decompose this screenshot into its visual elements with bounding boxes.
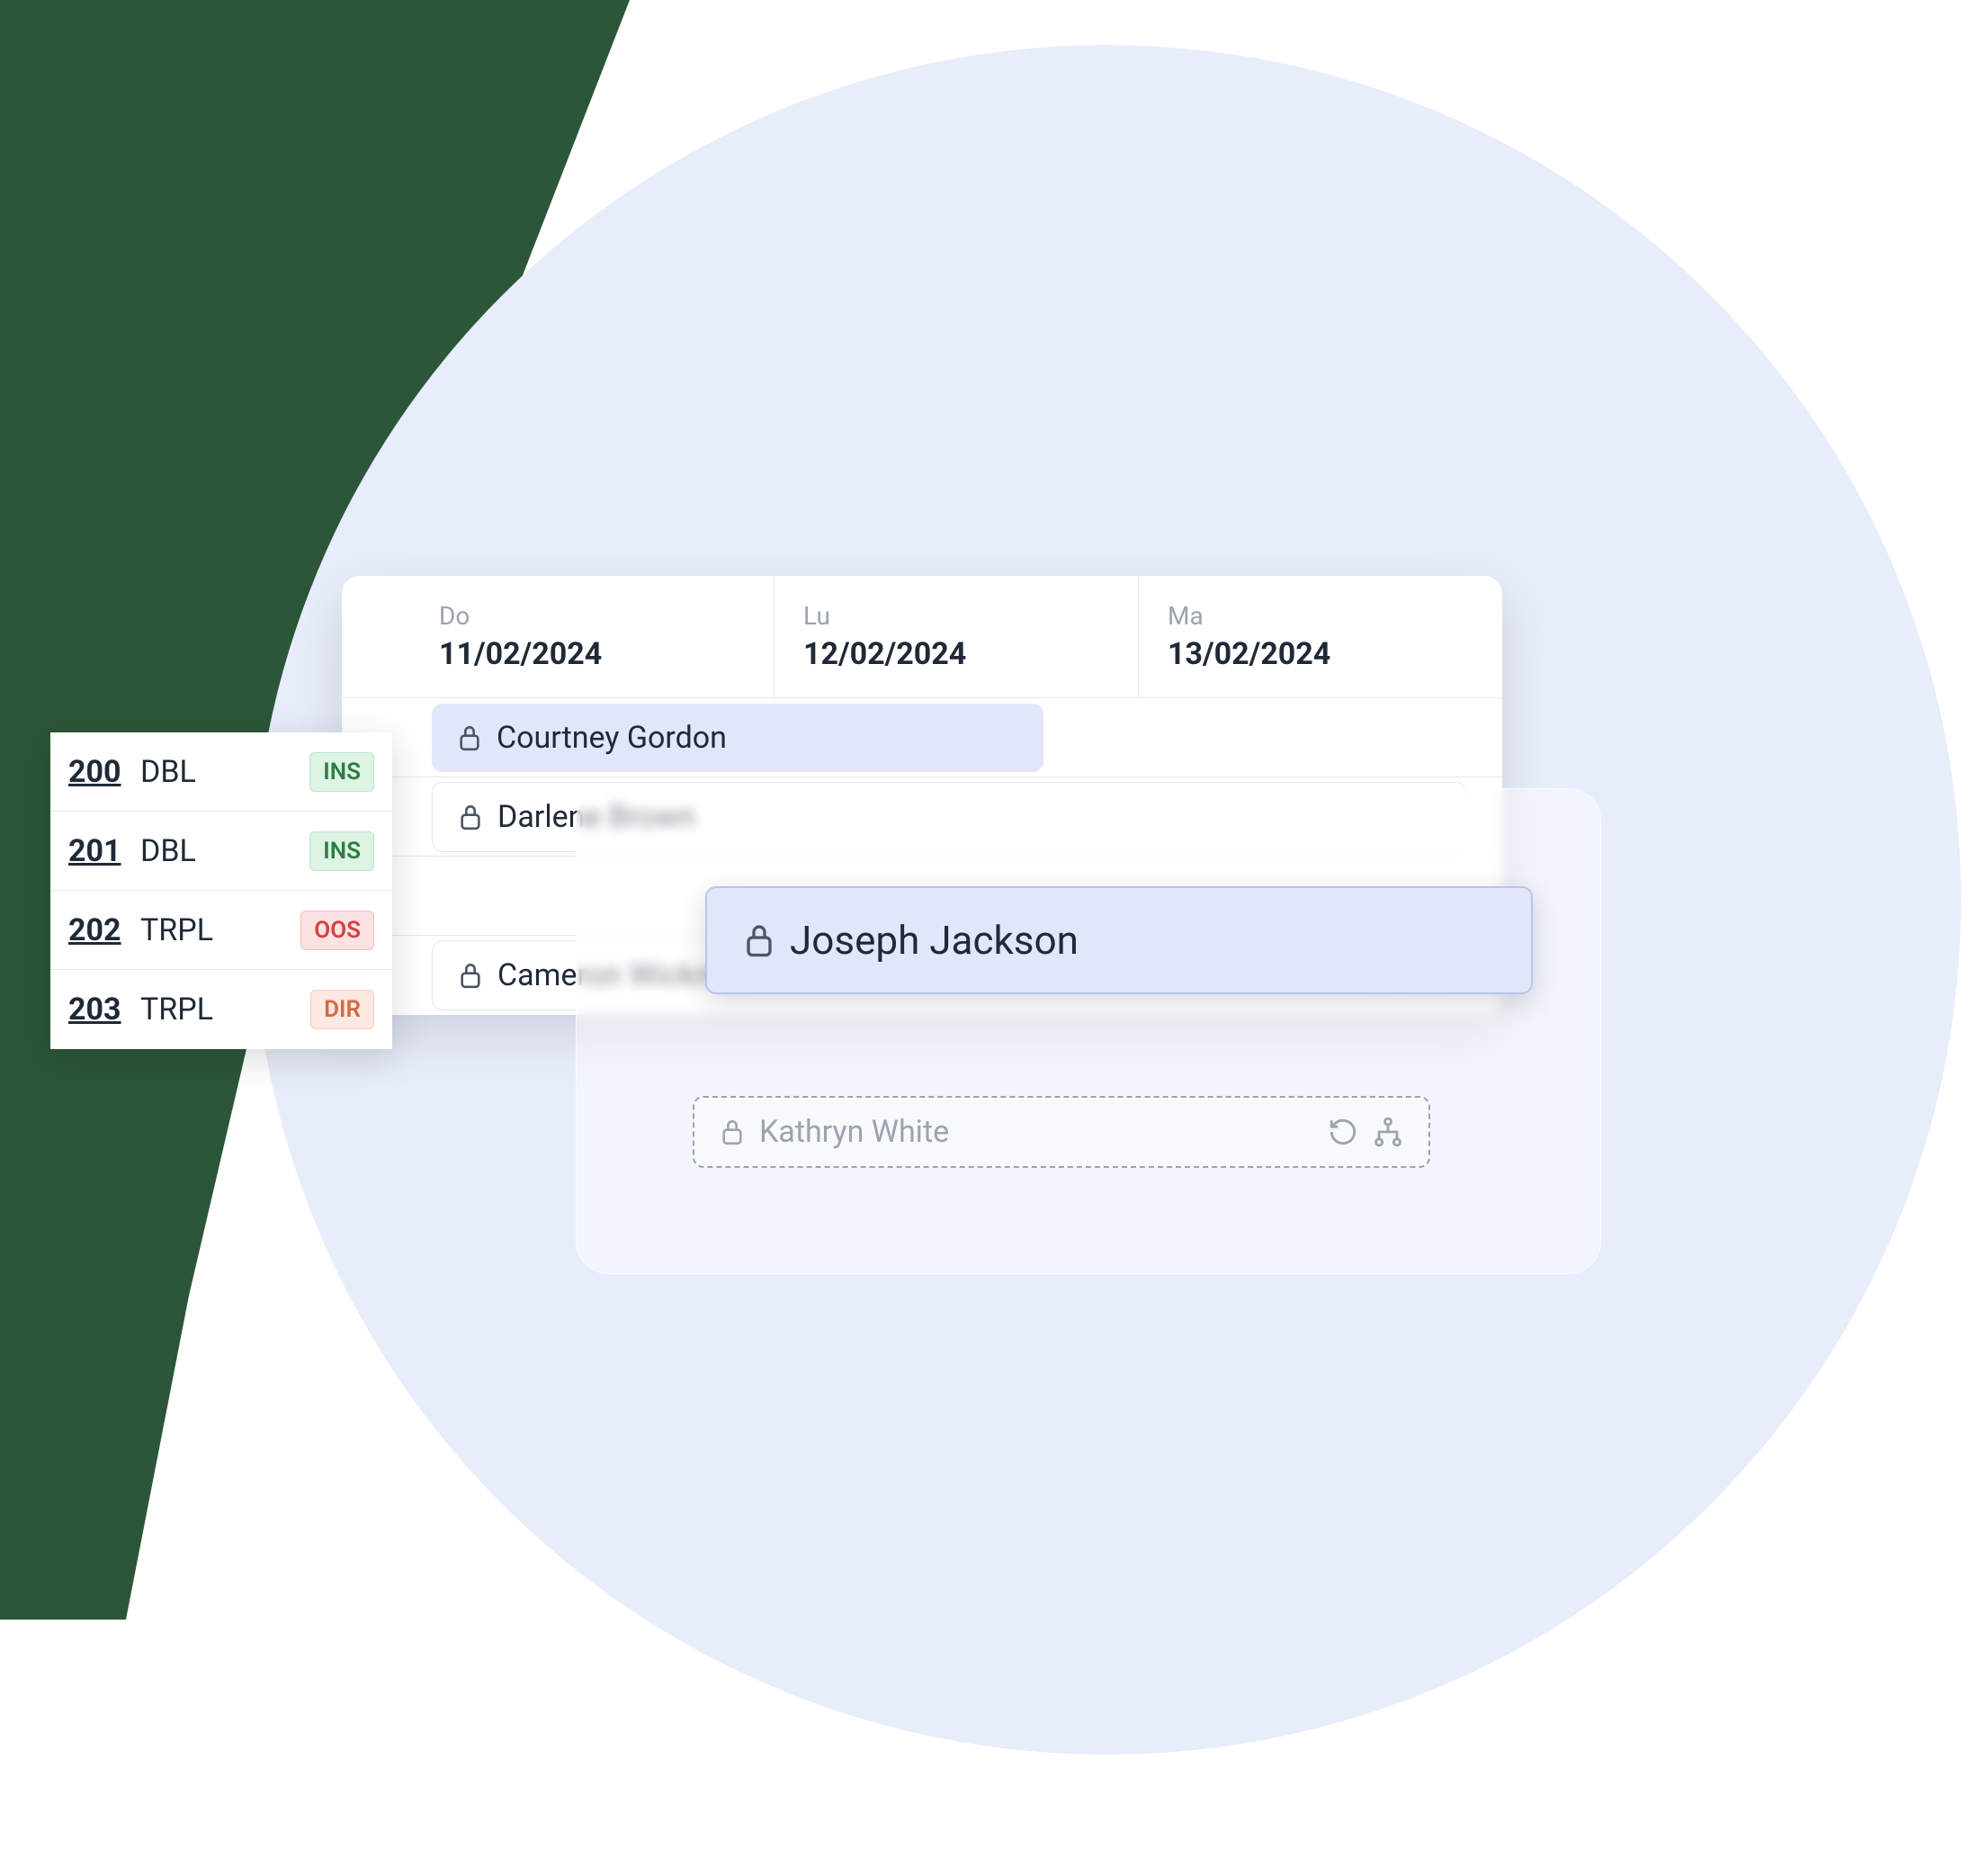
glass-overlay-panel bbox=[576, 788, 1601, 1274]
room-row-201[interactable]: 201 DBL INS bbox=[50, 812, 392, 891]
room-number: 203 bbox=[68, 992, 140, 1028]
date-column-0[interactable]: Do 11/02/2024 bbox=[410, 576, 775, 697]
date-dow: Ma bbox=[1168, 601, 1473, 631]
booking-row-200: Courtney Gordon bbox=[342, 698, 1502, 777]
room-type: TRPL bbox=[140, 912, 300, 948]
room-number: 202 bbox=[68, 912, 140, 948]
room-row-202[interactable]: 202 TRPL OOS bbox=[50, 891, 392, 970]
booking-guest-name: Joseph Jackson bbox=[790, 917, 1079, 964]
room-row-200[interactable]: 200 DBL INS bbox=[50, 732, 392, 812]
room-type: TRPL bbox=[140, 992, 310, 1028]
refresh-icon[interactable] bbox=[1328, 1117, 1358, 1147]
lock-icon bbox=[458, 960, 483, 991]
lock-icon bbox=[457, 723, 482, 753]
room-type: DBL bbox=[140, 754, 309, 790]
status-badge: INS bbox=[309, 831, 374, 871]
date-dow: Lu bbox=[803, 601, 1109, 631]
date-header-spacer bbox=[342, 576, 410, 697]
room-type: DBL bbox=[140, 833, 309, 869]
booking-actions bbox=[1328, 1117, 1403, 1147]
room-row-203[interactable]: 203 TRPL DIR bbox=[50, 970, 392, 1049]
date-header-row: Do 11/02/2024 Lu 12/02/2024 Ma 13/02/202… bbox=[342, 576, 1502, 698]
hierarchy-icon[interactable] bbox=[1373, 1117, 1403, 1147]
lock-icon bbox=[720, 1117, 745, 1147]
floating-booking-kathryn-dropzone[interactable]: Kathryn White bbox=[693, 1096, 1430, 1168]
room-list-panel: 200 DBL INS 201 DBL INS 202 TRPL OOS 203… bbox=[50, 732, 392, 1049]
booking-guest-name: Courtney Gordon bbox=[497, 720, 727, 756]
room-number: 201 bbox=[68, 833, 140, 869]
date-value: 13/02/2024 bbox=[1168, 636, 1473, 672]
date-column-2[interactable]: Ma 13/02/2024 bbox=[1139, 576, 1502, 697]
date-value: 11/02/2024 bbox=[439, 636, 745, 672]
status-badge: INS bbox=[309, 752, 374, 792]
room-number: 200 bbox=[68, 754, 140, 790]
booking-chip-courtney[interactable]: Courtney Gordon bbox=[432, 704, 1043, 772]
date-dow: Do bbox=[439, 601, 745, 631]
booking-guest-name: Kathryn White bbox=[759, 1114, 949, 1150]
status-badge: DIR bbox=[310, 990, 374, 1029]
floating-booking-joseph[interactable]: Joseph Jackson bbox=[705, 886, 1533, 994]
date-column-1[interactable]: Lu 12/02/2024 bbox=[775, 576, 1139, 697]
date-value: 12/02/2024 bbox=[803, 636, 1109, 672]
status-badge: OOS bbox=[300, 911, 374, 950]
lock-icon bbox=[458, 802, 483, 832]
lock-icon bbox=[743, 920, 775, 960]
